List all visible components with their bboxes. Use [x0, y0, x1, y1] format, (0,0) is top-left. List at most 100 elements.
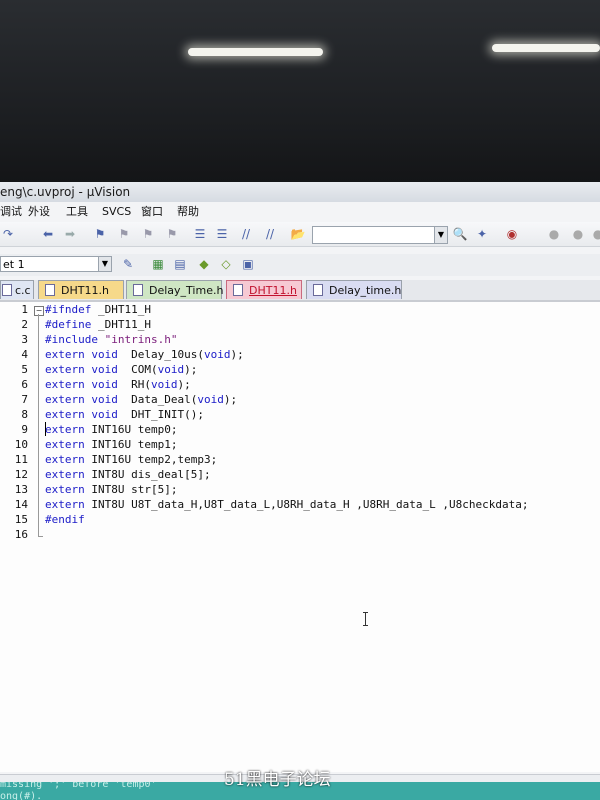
- menu-window[interactable]: 窗口: [141, 202, 163, 222]
- code-line[interactable]: 13 extern INT8U str[5];: [0, 482, 600, 497]
- find-combo[interactable]: ▼: [312, 226, 448, 244]
- tab-c-c[interactable]: c.c: [0, 280, 34, 299]
- prev-bookmark-icon[interactable]: ⚑: [116, 226, 132, 242]
- comment-icon[interactable]: //: [238, 226, 254, 242]
- code-text: extern INT16U temp1;: [45, 437, 177, 452]
- tab-delay-time-lower-h[interactable]: Delay_time.h: [306, 280, 402, 299]
- keyword-token: void: [91, 408, 118, 421]
- build-output-line: ong(#).: [0, 791, 43, 800]
- keyword-token: extern: [45, 378, 85, 391]
- indent-icon[interactable]: ☰: [192, 226, 208, 242]
- text-token: DHT_INIT();: [117, 408, 204, 421]
- code-editor[interactable]: − 1 #ifndef _DHT11_H 2 #define _DHT11_H 3 #in…: [0, 302, 600, 772]
- code-line[interactable]: 14 extern INT8U U8T_data_H,U8T_data_L,U8R…: [0, 497, 600, 512]
- incremental-find-icon[interactable]: ✦: [474, 226, 490, 242]
- uncomment-icon[interactable]: //: [262, 226, 278, 242]
- code-line[interactable]: 15 #endif: [0, 512, 600, 527]
- line-number: 12: [14, 468, 28, 481]
- code-text: extern void DHT_INIT();: [45, 407, 204, 422]
- tab-label: Delay_Time.h: [149, 284, 224, 297]
- preprocessor-token: #endif: [45, 513, 85, 526]
- target-options-icon[interactable]: ✎: [120, 256, 136, 272]
- tab-delay-time-h[interactable]: Delay_Time.h: [126, 280, 224, 299]
- code-line[interactable]: 3 #include "intrins.h": [0, 332, 600, 347]
- code-text: extern void Data_Deal(void);: [45, 392, 237, 407]
- text-token: Delay_10us(: [117, 348, 204, 361]
- code-line[interactable]: 16: [0, 527, 600, 542]
- file-icon: [133, 284, 143, 296]
- keyword-token: void: [157, 363, 185, 376]
- find-in-files-icon[interactable]: 🔍: [452, 226, 468, 242]
- menu-debug[interactable]: 调试: [0, 202, 22, 222]
- code-text: extern void RH(void);: [45, 377, 191, 392]
- line-number: 3: [21, 333, 28, 346]
- ceiling-light: [188, 48, 323, 56]
- menu-help[interactable]: 帮助: [177, 202, 199, 222]
- tab-label: Delay_time.h: [329, 284, 402, 297]
- main-toolbar: ↷ ⬅ ➡ ⚑ ⚑ ⚑ ⚑ ☰ ☰ // // 📂 ▼ 🔍 ✦ ◉ ● ● ●: [0, 222, 600, 247]
- code-line[interactable]: 10 extern INT16U temp1;: [0, 437, 600, 452]
- next-bookmark-icon[interactable]: ⚑: [140, 226, 156, 242]
- text-token: INT8U U8T_data_H,U8T_data_L,U8RH_data_H …: [84, 498, 529, 511]
- string-token: "intrins.h": [104, 333, 178, 346]
- kill-breakpoints-icon[interactable]: ●: [590, 226, 600, 242]
- code-line[interactable]: 2 #define _DHT11_H: [0, 317, 600, 332]
- text-token: );: [177, 378, 191, 391]
- menu-tools[interactable]: 工具: [66, 202, 88, 222]
- editor-tabs: c.c DHT11.h Delay_Time.h DHT11.h Delay_t…: [0, 280, 600, 302]
- disable-breakpoint-icon[interactable]: ●: [570, 226, 586, 242]
- code-line[interactable]: 4 extern void Delay_10us(void);: [0, 347, 600, 362]
- line-number: 9: [21, 423, 28, 436]
- keyword-token: void: [197, 393, 224, 406]
- code-text: extern INT8U str[5];: [45, 482, 177, 497]
- target-select[interactable]: et 1 ▼: [0, 256, 112, 272]
- text-token: COM(: [117, 363, 158, 376]
- code-line[interactable]: 11 extern INT16U temp2,temp3;: [0, 452, 600, 467]
- code-text: extern void Delay_10us(void);: [45, 347, 244, 362]
- line-number: 16: [14, 528, 28, 541]
- menu-svcs[interactable]: SVCS: [102, 202, 131, 222]
- code-text: #define _DHT11_H: [45, 317, 151, 332]
- code-line[interactable]: 1 #ifndef _DHT11_H: [0, 302, 600, 317]
- preprocessor-token: #define: [45, 318, 92, 331]
- bookmark-icon[interactable]: ⚑: [92, 226, 108, 242]
- redo-icon[interactable]: ↷: [0, 226, 16, 242]
- title-bar: eng\c.uvproj - µVision: [0, 182, 600, 203]
- file-extensions-icon[interactable]: ▤: [172, 256, 188, 272]
- menu-peripherals[interactable]: 外设: [28, 202, 50, 222]
- text-token: _DHT11_H: [91, 303, 151, 316]
- code-line[interactable]: 6 extern void RH(void);: [0, 377, 600, 392]
- keyword-token: extern: [45, 468, 85, 481]
- pack-installer-icon[interactable]: ◇: [218, 256, 234, 272]
- text-cursor-icon: [363, 612, 368, 626]
- nav-back-icon[interactable]: ⬅: [40, 226, 56, 242]
- code-line[interactable]: 9 extern INT16U temp0;: [0, 422, 600, 437]
- tab-dht11-h-active[interactable]: DHT11.h: [226, 280, 302, 299]
- debug-session-icon[interactable]: ◉: [504, 226, 520, 242]
- file-icon: [45, 284, 55, 296]
- keyword-token: extern: [45, 393, 85, 406]
- keyword-token: extern: [45, 483, 85, 496]
- keyword-token: extern: [45, 498, 85, 511]
- open-file-icon[interactable]: 📂: [290, 226, 306, 242]
- tab-dht11-h[interactable]: DHT11.h: [38, 280, 124, 299]
- line-number: 15: [14, 513, 28, 526]
- unindent-icon[interactable]: ☰: [214, 226, 230, 242]
- chevron-down-icon[interactable]: ▼: [98, 257, 111, 271]
- select-packs-icon[interactable]: ◆: [196, 256, 212, 272]
- line-number: 7: [21, 393, 28, 406]
- code-line[interactable]: 12 extern INT8U dis_deal[5];: [0, 467, 600, 482]
- line-number: 14: [14, 498, 28, 511]
- code-line[interactable]: 5 extern void COM(void);: [0, 362, 600, 377]
- run-time-env-icon[interactable]: ▣: [240, 256, 256, 272]
- nav-forward-icon[interactable]: ➡: [62, 226, 78, 242]
- breakpoint-icon[interactable]: ●: [546, 226, 562, 242]
- code-line[interactable]: 8 extern void DHT_INIT();: [0, 407, 600, 422]
- clear-bookmarks-icon[interactable]: ⚑: [164, 226, 180, 242]
- manage-components-icon[interactable]: ▦: [150, 256, 166, 272]
- text-token: _DHT11_H: [91, 318, 151, 331]
- code-line[interactable]: 7 extern void Data_Deal(void);: [0, 392, 600, 407]
- text-token: INT16U temp2,temp3;: [84, 453, 218, 466]
- chevron-down-icon[interactable]: ▼: [434, 227, 447, 243]
